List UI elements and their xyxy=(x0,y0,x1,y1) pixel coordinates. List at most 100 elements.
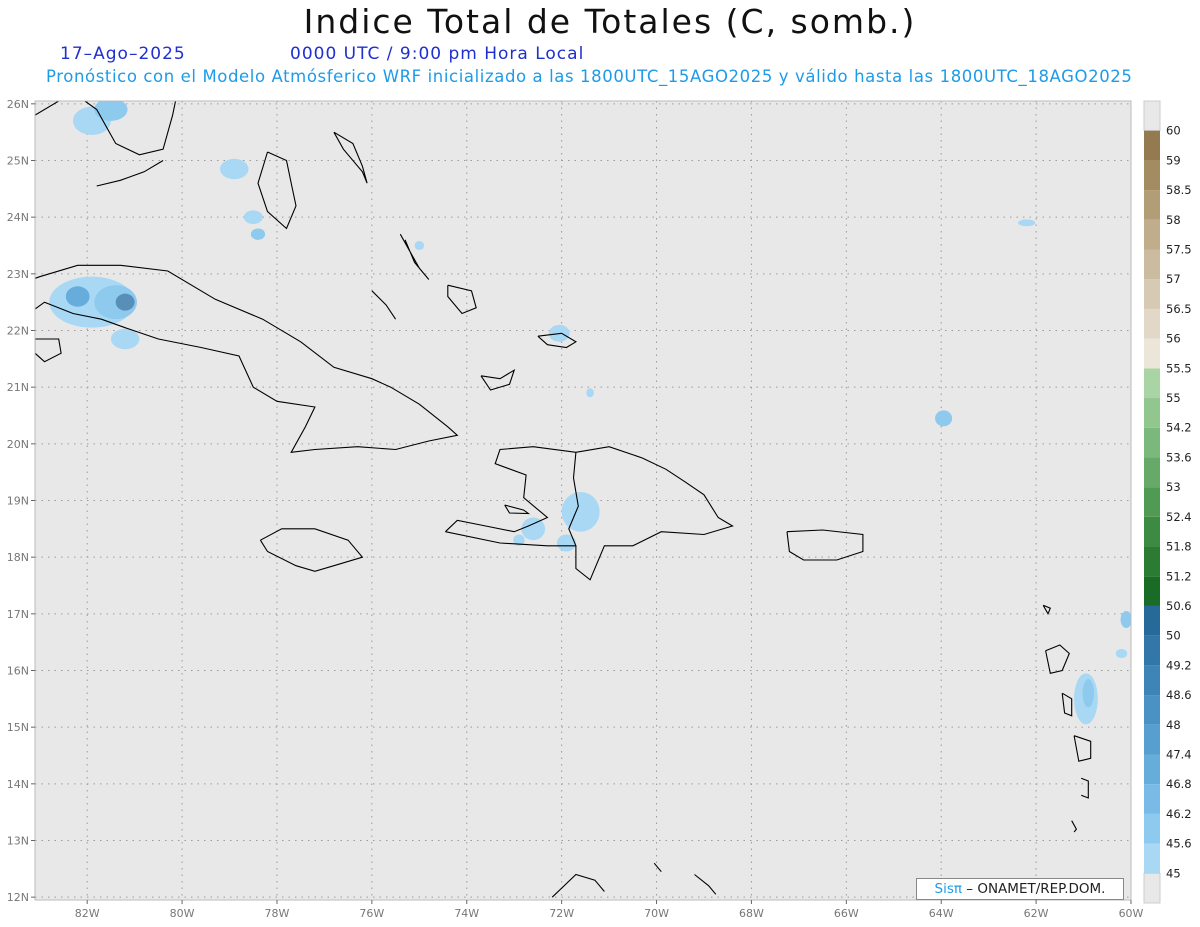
index-shade xyxy=(250,228,266,240)
legend-swatch xyxy=(1144,279,1160,309)
legend-swatch xyxy=(1144,724,1160,755)
legend-swatch xyxy=(1144,427,1160,458)
index-shade xyxy=(243,210,263,224)
legend-level-label: 45.6 xyxy=(1166,837,1192,851)
index-shade xyxy=(521,517,546,541)
legend-swatch xyxy=(1144,665,1160,696)
legend-level-label: 47.4 xyxy=(1166,747,1192,761)
index-shade xyxy=(1115,648,1128,659)
index-shade xyxy=(1018,219,1036,227)
legend-level-label: 50 xyxy=(1166,629,1181,643)
legend-swatch xyxy=(1144,546,1160,577)
legend-level-label: 51.8 xyxy=(1166,540,1192,554)
lon-label: 82W xyxy=(75,907,100,920)
legend-level-label: 55 xyxy=(1166,391,1181,405)
index-shade xyxy=(586,388,594,398)
lon-label: 70W xyxy=(644,907,669,920)
legend-level-label: 52.4 xyxy=(1166,510,1192,524)
legend-level-label: 54.2 xyxy=(1166,421,1192,435)
legend-cap-top xyxy=(1143,100,1161,132)
legend-level-label: 46.8 xyxy=(1166,777,1192,791)
lat-label: 26N xyxy=(7,98,29,111)
lat-label: 24N xyxy=(7,211,29,224)
legend-swatch xyxy=(1144,695,1160,725)
index-shade xyxy=(935,410,953,427)
legend-level-label: 58.5 xyxy=(1166,183,1192,197)
legend-level-label: 51.2 xyxy=(1166,569,1192,583)
credit-text: – ONAMET/REP.DOM. xyxy=(962,881,1106,897)
lon-label: 64W xyxy=(929,907,954,920)
lat-label: 13N xyxy=(7,835,29,848)
legend-level-label: 45 xyxy=(1166,866,1181,880)
weather-map: 82W 80W 78W 76W 74W 72W 70W 68W 66W 64W 62W 60W 26N 2… xyxy=(7,98,1192,920)
index-shade xyxy=(556,534,576,552)
lon-label: 62W xyxy=(1024,907,1049,920)
legend-swatch xyxy=(1144,754,1160,785)
lon-label: 60W xyxy=(1119,907,1144,920)
lon-label: 68W xyxy=(739,907,764,920)
lon-label: 76W xyxy=(359,907,384,920)
legend-swatch xyxy=(1144,516,1160,547)
legend-level-label: 46.2 xyxy=(1166,807,1192,821)
legend-swatch xyxy=(1144,160,1160,191)
index-shade xyxy=(1082,679,1094,708)
legend-level-label: 48.6 xyxy=(1166,688,1192,702)
legend-level-label: 49.2 xyxy=(1166,658,1192,672)
credit-box: Sisπ – ONAMET/REP.DOM. xyxy=(916,878,1124,900)
legend-swatch xyxy=(1144,635,1160,666)
lat-label: 21N xyxy=(7,381,29,394)
lat-label: 14N xyxy=(7,778,29,791)
legend-swatch xyxy=(1144,308,1160,339)
lat-label: 20N xyxy=(7,438,29,451)
index-shade xyxy=(65,286,90,307)
legend-level-label: 48 xyxy=(1166,718,1181,732)
legend-level-label: 56 xyxy=(1166,332,1181,346)
legend-level-label: 57 xyxy=(1166,272,1181,286)
legend-swatch xyxy=(1144,487,1160,517)
lat-label: 25N xyxy=(7,155,29,168)
lat-label: 18N xyxy=(7,551,29,564)
lat-label: 17N xyxy=(7,608,29,621)
legend-swatch xyxy=(1144,249,1160,280)
legend-swatch xyxy=(1144,576,1160,606)
legend-swatch xyxy=(1144,813,1160,844)
lat-label: 12N xyxy=(7,891,29,904)
legend-swatch xyxy=(1144,368,1160,399)
index-shade xyxy=(561,492,600,532)
lat-label: 15N xyxy=(7,721,29,734)
legend-swatch xyxy=(1144,843,1160,874)
lon-label: 80W xyxy=(170,907,195,920)
legend-level-label: 55.5 xyxy=(1166,361,1192,375)
lat-label: 23N xyxy=(7,268,29,281)
legend-level-label: 60 xyxy=(1166,124,1181,138)
lon-label: 74W xyxy=(454,907,479,920)
legend-level-label: 57.5 xyxy=(1166,243,1192,257)
legend-swatch xyxy=(1144,457,1160,488)
lat-label: 22N xyxy=(7,325,29,338)
legend-swatch xyxy=(1144,605,1160,636)
legend-swatch xyxy=(1144,190,1160,220)
lon-label: 78W xyxy=(265,907,290,920)
index-shade xyxy=(94,101,128,121)
legend-swatch xyxy=(1144,398,1160,428)
legend-swatch xyxy=(1144,219,1160,250)
lon-label: 66W xyxy=(834,907,859,920)
legend-swatch xyxy=(1144,784,1160,814)
index-shade xyxy=(1120,611,1131,628)
index-shade xyxy=(220,158,249,180)
legend-level-label: 58 xyxy=(1166,213,1181,227)
index-shade xyxy=(110,328,140,350)
legend-swatch xyxy=(1144,338,1160,369)
lat-label: 19N xyxy=(7,495,29,508)
index-shade xyxy=(115,293,135,311)
legend-swatch xyxy=(1144,130,1160,161)
legend-level-label: 50.6 xyxy=(1166,599,1192,613)
legend-level-label: 53.6 xyxy=(1166,450,1192,464)
legend-level-label: 59 xyxy=(1166,153,1181,167)
lat-label: 16N xyxy=(7,665,29,678)
lon-label: 72W xyxy=(549,907,574,920)
credit-brand: Sisπ xyxy=(934,881,962,897)
legend-level-label: 56.5 xyxy=(1166,302,1192,316)
index-shade xyxy=(414,240,425,251)
legend-level-label: 53 xyxy=(1166,480,1181,494)
